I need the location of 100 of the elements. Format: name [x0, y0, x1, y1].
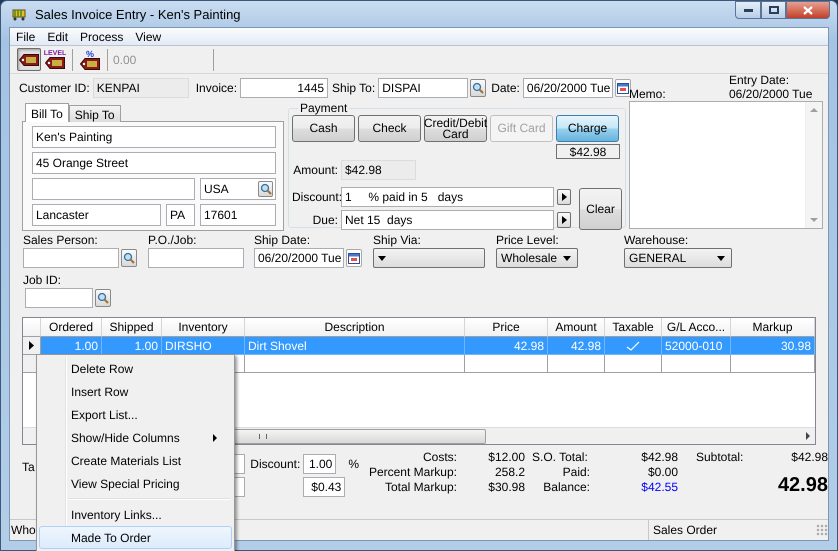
total-label: Balance: [542, 480, 590, 494]
menu-item[interactable]: Insert Row [39, 380, 232, 403]
total-label: Costs: [422, 450, 457, 464]
field-label: Due: [312, 213, 339, 227]
close-button[interactable] [786, 1, 830, 19]
discount-field[interactable]: 1 % paid in 5 days [341, 187, 554, 207]
menu-item[interactable]: Inventory Links... [39, 503, 232, 526]
input-field[interactable] [148, 248, 244, 268]
toolbar-button[interactable] [17, 48, 41, 71]
payment-button[interactable]: Charge [556, 115, 619, 142]
input-field[interactable] [25, 288, 93, 308]
total-value: $12.00 [487, 450, 525, 464]
ship-to-field[interactable]: DISPAI [378, 78, 468, 98]
input-field[interactable] [32, 178, 195, 200]
total-label: Paid: [562, 465, 590, 479]
invoice-field[interactable]: 1445 [240, 78, 328, 98]
city-field[interactable]: Lancaster [32, 204, 161, 226]
menu-item[interactable]: File [10, 28, 42, 45]
price-tag-icon [19, 54, 39, 66]
tab[interactable]: Bill To [25, 103, 69, 122]
date-field[interactable]: 06/20/2000 Tue [522, 78, 613, 98]
total-label: Subtotal: [696, 450, 744, 466]
column-header[interactable]: G/L Acco... [662, 318, 731, 337]
expand-button[interactable] [557, 212, 571, 228]
total-value: $42.98 [640, 450, 678, 464]
minimize-button[interactable] [735, 1, 761, 19]
clear-button[interactable]: Clear [579, 188, 622, 230]
field-label: Ta [22, 460, 35, 474]
payment-button[interactable]: Cash [292, 115, 355, 142]
group-title: Payment [299, 101, 348, 115]
column-header[interactable]: Inventory [162, 318, 245, 337]
search-button[interactable] [470, 79, 486, 97]
calendar-button[interactable] [614, 79, 631, 97]
field-label: Discount: [250, 457, 300, 471]
menu-item[interactable]: Export List... [39, 403, 232, 426]
menu-item[interactable]: View Special Pricing [39, 472, 232, 495]
price-tag-icon [45, 57, 65, 69]
field-label: Job ID: [23, 273, 62, 287]
date-field[interactable]: 06/20/2000 Tue [254, 248, 344, 268]
column-header[interactable]: Description [245, 318, 465, 337]
field-label: Entry Date: [729, 73, 790, 87]
country-field[interactable]: USA [200, 178, 276, 200]
menu-item[interactable]: Show/Hide Columns [39, 426, 232, 449]
total-value: $0.00 [646, 465, 678, 479]
dropdown[interactable]: Wholesale [496, 248, 578, 268]
grand-total: 42.98 [776, 474, 828, 498]
status-text: Sales Order [653, 523, 718, 537]
menu-item[interactable]: Edit [41, 28, 74, 45]
tab[interactable]: Ship To [68, 105, 121, 122]
field-label: Customer ID: [19, 81, 90, 95]
search-button[interactable] [95, 289, 111, 307]
input-field[interactable] [23, 248, 119, 268]
total-value: 258.2 [494, 465, 525, 479]
field-label: Ship Date: [254, 233, 312, 247]
table-cell: 52000-010 [662, 337, 731, 355]
table-cell [605, 355, 662, 373]
memo-field[interactable] [629, 101, 823, 229]
calendar-button[interactable] [346, 249, 362, 267]
customer-id-field[interactable]: KENPAI [92, 78, 189, 98]
dropdown[interactable] [373, 248, 485, 268]
column-header[interactable]: Markup [731, 318, 815, 337]
column-header[interactable]: Price [465, 318, 548, 337]
table-cell [662, 355, 731, 373]
charge-amount: $42.98 [556, 144, 620, 159]
search-icon [260, 183, 272, 195]
column-header[interactable]: Ordered [41, 318, 102, 337]
due-field[interactable]: Net 15 days [341, 210, 554, 230]
discount-amount-field[interactable]: $0.43 [303, 477, 346, 497]
payment-button[interactable]: Credit/Debit Card [424, 115, 487, 142]
entry-date-text: 06/20/2000 Tue [729, 87, 814, 101]
state-field[interactable]: PA [166, 204, 195, 226]
menu-item[interactable]: Create Materials List [39, 449, 232, 472]
column-header[interactable]: Taxable [605, 318, 662, 337]
caret-icon [563, 256, 571, 260]
total-label: Percent Markup: [368, 465, 457, 479]
payment-button[interactable]: Check [358, 115, 421, 142]
discount-percent-field[interactable]: 1.00 [303, 454, 336, 474]
dropdown[interactable]: GENERAL [624, 248, 732, 268]
amount-field[interactable]: $42.98 [341, 160, 416, 180]
maximize-button[interactable] [761, 1, 786, 19]
caret-icon [378, 256, 386, 260]
expand-button[interactable] [557, 189, 571, 205]
total-value: $42.98 [790, 450, 828, 466]
menu-item[interactable]: Process [74, 28, 130, 45]
zip-field[interactable]: 17601 [200, 204, 276, 226]
calendar-icon [616, 82, 629, 94]
toolbar-button[interactable]: % [78, 48, 102, 71]
column-header[interactable]: Shipped [102, 318, 162, 337]
caret-icon [717, 256, 725, 260]
street-field[interactable]: 45 Orange Street [32, 152, 276, 174]
close-icon [803, 6, 813, 14]
field-label: Invoice: [196, 81, 238, 95]
name-field[interactable]: Ken's Painting [32, 126, 276, 148]
minimize-icon [744, 8, 752, 12]
menu-item[interactable]: View [129, 28, 168, 45]
column-header[interactable]: Amount [548, 318, 605, 337]
search-button[interactable] [121, 249, 137, 267]
field-label: Memo: [629, 87, 666, 101]
menu-item[interactable]: Delete Row [39, 357, 232, 380]
menu-item[interactable]: Made To Order [39, 526, 232, 549]
